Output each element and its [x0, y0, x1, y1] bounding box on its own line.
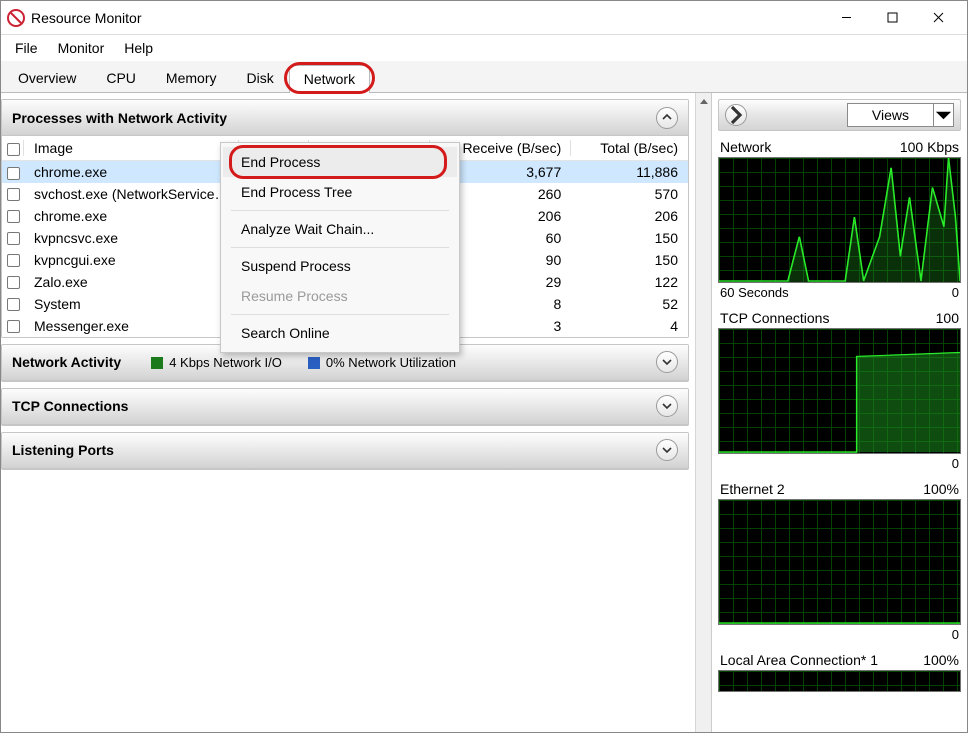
- cell-image: chrome.exe: [24, 205, 239, 227]
- right-pane: Views Network100 Kbps60 Seconds0TCP Conn…: [711, 93, 967, 732]
- maximize-button[interactable]: [869, 2, 915, 34]
- graph-title: Ethernet 2: [720, 481, 785, 497]
- tab-network[interactable]: Network: [289, 65, 370, 93]
- cell-total: 570: [571, 183, 688, 205]
- ctx-end-process[interactable]: End Process: [223, 147, 457, 177]
- cell-total: 11,886: [571, 161, 688, 183]
- graph-title: TCP Connections: [720, 310, 829, 326]
- row-checkbox[interactable]: [7, 232, 20, 245]
- graph-card: Network 100 Kbps 60 Seconds 0: [718, 139, 961, 300]
- square-icon: [151, 357, 163, 369]
- close-button[interactable]: [915, 2, 961, 34]
- row-checkbox[interactable]: [7, 167, 20, 180]
- row-checkbox[interactable]: [7, 298, 20, 311]
- cell-image: Messenger.exe: [24, 315, 239, 337]
- cell-image: kvpncgui.exe: [24, 249, 239, 271]
- cell-total: 52: [571, 293, 688, 315]
- graph-canvas: [718, 157, 961, 283]
- collapse-icon[interactable]: [656, 107, 678, 129]
- scroll-up-icon[interactable]: [696, 93, 711, 111]
- graph-canvas: [718, 670, 961, 692]
- ctx-search-online[interactable]: Search Online: [223, 318, 457, 348]
- left-scrollbar[interactable]: [695, 93, 711, 732]
- cell-image: chrome.exe: [24, 161, 239, 183]
- cell-image: Zalo.exe: [24, 271, 239, 293]
- cell-image: svchost.exe (NetworkService -p: [24, 183, 239, 205]
- app-icon: [7, 9, 25, 27]
- cell-total: 122: [571, 271, 688, 293]
- tab-strip: Overview CPU Memory Disk Network: [1, 61, 967, 93]
- cell-total: 4: [571, 315, 688, 337]
- right-pane-header: Views: [718, 99, 961, 131]
- tab-cpu[interactable]: CPU: [91, 64, 151, 92]
- graph-footer-left: 60 Seconds: [720, 285, 789, 300]
- tab-memory[interactable]: Memory: [151, 64, 232, 92]
- panel-tcp-title: TCP Connections: [12, 398, 128, 414]
- views-label: Views: [848, 107, 933, 123]
- ctx-analyze-wait-chain[interactable]: Analyze Wait Chain...: [223, 214, 457, 244]
- graph-scale: 100: [936, 310, 959, 326]
- cell-image: System: [24, 293, 239, 315]
- window-title: Resource Monitor: [31, 10, 823, 26]
- cell-total: 150: [571, 227, 688, 249]
- menu-help[interactable]: Help: [114, 38, 163, 58]
- collapse-right-icon[interactable]: [725, 104, 747, 126]
- menu-bar: File Monitor Help: [1, 35, 967, 61]
- graph-title: Local Area Connection* 1: [720, 652, 878, 668]
- minimize-button[interactable]: [823, 2, 869, 34]
- panel-network-activity-title: Network Activity: [12, 354, 121, 370]
- graph-card: Local Area Connection* 1 100%: [718, 652, 961, 692]
- row-checkbox[interactable]: [7, 188, 20, 201]
- expand-icon[interactable]: [656, 395, 678, 417]
- net-util-label: 0% Network Utilization: [308, 355, 456, 370]
- graph-card: Ethernet 2 100% 0: [718, 481, 961, 642]
- menu-monitor[interactable]: Monitor: [48, 38, 115, 58]
- graph-scale: 100%: [923, 481, 959, 497]
- context-menu: End Process End Process Tree Analyze Wai…: [220, 142, 460, 353]
- chevron-down-icon[interactable]: [933, 104, 953, 126]
- panel-tcp: TCP Connections: [1, 388, 689, 426]
- panel-listening: Listening Ports: [1, 432, 689, 470]
- panel-processes: Processes with Network Activity Image PI…: [1, 99, 689, 338]
- graph-canvas: [718, 499, 961, 625]
- col-total[interactable]: Total (B/sec): [571, 136, 688, 161]
- col-image[interactable]: Image: [24, 136, 239, 161]
- graph-canvas: [718, 328, 961, 454]
- graph-footer-right: 0: [952, 285, 959, 300]
- row-checkbox[interactable]: [7, 254, 20, 267]
- net-io-label: 4 Kbps Network I/O: [151, 355, 282, 370]
- ctx-end-process-tree[interactable]: End Process Tree: [223, 177, 457, 207]
- graph-scale: 100%: [923, 652, 959, 668]
- graph-footer-right: 0: [952, 456, 959, 471]
- graph-card: TCP Connections 100 0: [718, 310, 961, 471]
- graph-scale: 100 Kbps: [900, 139, 959, 155]
- expand-icon[interactable]: [656, 439, 678, 461]
- cell-image: kvpncsvc.exe: [24, 227, 239, 249]
- panel-processes-title: Processes with Network Activity: [12, 110, 227, 126]
- title-bar: Resource Monitor: [1, 1, 967, 35]
- tab-overview[interactable]: Overview: [3, 64, 91, 92]
- col-checkbox[interactable]: [2, 136, 24, 161]
- left-pane: Processes with Network Activity Image PI…: [1, 93, 711, 732]
- row-checkbox[interactable]: [7, 276, 20, 289]
- graph-title: Network: [720, 139, 771, 155]
- expand-icon[interactable]: [656, 351, 678, 373]
- square-icon: [308, 357, 320, 369]
- row-checkbox[interactable]: [7, 320, 20, 333]
- panel-processes-header[interactable]: Processes with Network Activity: [2, 100, 688, 136]
- panel-listening-title: Listening Ports: [12, 442, 114, 458]
- panel-tcp-header[interactable]: TCP Connections: [2, 389, 688, 425]
- ctx-resume-process: Resume Process: [223, 281, 457, 311]
- views-button[interactable]: Views: [847, 103, 954, 127]
- ctx-suspend-process[interactable]: Suspend Process: [223, 251, 457, 281]
- graph-footer-right: 0: [952, 627, 959, 642]
- cell-total: 150: [571, 249, 688, 271]
- menu-file[interactable]: File: [5, 38, 48, 58]
- cell-total: 206: [571, 205, 688, 227]
- tab-disk[interactable]: Disk: [231, 64, 288, 92]
- panel-listening-header[interactable]: Listening Ports: [2, 433, 688, 469]
- row-checkbox[interactable]: [7, 210, 20, 223]
